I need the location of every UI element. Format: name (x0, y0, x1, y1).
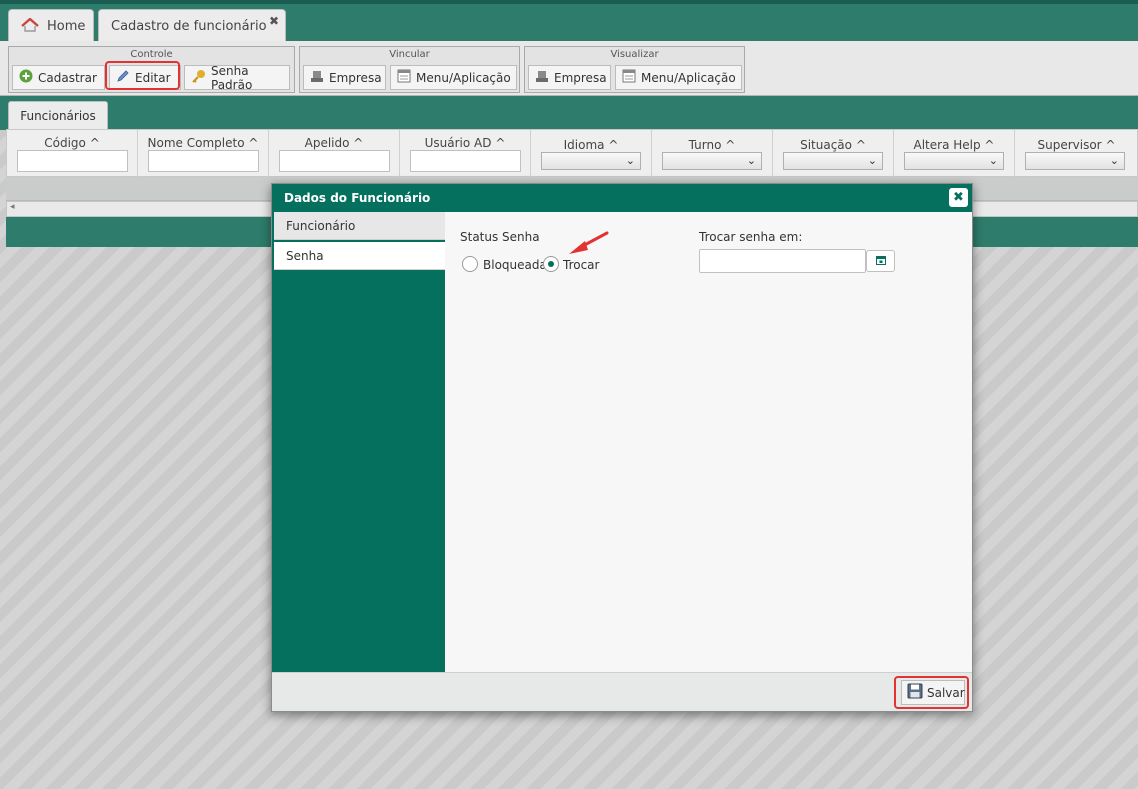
salvar-highlight (894, 676, 969, 709)
close-icon[interactable]: ✖ (269, 14, 279, 28)
group-title-vincular: Vincular (389, 49, 430, 60)
side-tab-funcionario-label: Funcionário (286, 218, 356, 233)
grid-tab-bar (0, 96, 1138, 130)
col-turno[interactable]: Turno ^ ⌄ (652, 130, 773, 178)
radio-bloqueada[interactable] (462, 256, 478, 272)
sort-icon: ^ (855, 138, 866, 152)
sort-icon: ^ (353, 136, 364, 150)
col-apelido-label: Apelido (304, 136, 350, 150)
tab-home-label: Home (47, 19, 86, 34)
col-codigo[interactable]: Código ^ (7, 130, 138, 178)
window-icon (622, 69, 636, 86)
dialog-content: Status Senha Bloqueada Trocar Trocar sen… (445, 212, 972, 672)
vincular-menu-label: Menu/Aplicação (416, 70, 511, 85)
vincular-empresa-button[interactable]: Empresa (303, 65, 386, 90)
visualizar-empresa-button[interactable]: Empresa (528, 65, 611, 90)
group-title-controle: Controle (130, 49, 173, 60)
senha-padrao-label: Senha Padrão (211, 63, 253, 92)
sort-icon: ^ (495, 136, 506, 150)
col-apelido[interactable]: Apelido ^ (269, 130, 400, 178)
filter-turno-select[interactable]: ⌄ (662, 152, 762, 170)
dialog-sidebar: Funcionário Senha (272, 212, 445, 672)
grid-header: Código ^ Nome Completo ^ Apelido ^ Usuár… (6, 129, 1138, 178)
close-icon[interactable]: ✖ (949, 188, 968, 207)
window-icon (397, 69, 411, 86)
toolbar: Controle Cadastrar Editar Senha Padrão V… (0, 41, 1138, 96)
col-supervisor[interactable]: Supervisor ^ ⌄ (1015, 130, 1138, 178)
col-nome-completo[interactable]: Nome Completo ^ (138, 130, 269, 178)
chevron-down-icon: ⌄ (746, 154, 756, 167)
col-nome-label: Nome Completo (147, 136, 245, 150)
group-vincular: Vincular Empresa Menu/Aplicação (299, 46, 520, 93)
filter-altera-help-select[interactable]: ⌄ (904, 152, 1004, 170)
sort-icon: ^ (248, 136, 259, 150)
calendar-icon (875, 254, 886, 268)
visualizar-menu-label: Menu/Aplicação (641, 70, 736, 85)
visualizar-empresa-label: Empresa (554, 70, 607, 85)
senha-padrao-button[interactable]: Senha Padrão (184, 63, 290, 92)
tab-cadastro-funcionario[interactable]: Cadastro de funcionário ✖ (98, 9, 286, 43)
group-visualizar: Visualizar Empresa Menu/Aplicação (524, 46, 745, 93)
col-altera-help[interactable]: Altera Help ^ ⌄ (894, 130, 1015, 178)
col-turno-label: Turno (688, 138, 722, 152)
scroll-left-icon[interactable]: ◂ (10, 202, 15, 212)
filter-apelido-input[interactable] (279, 150, 390, 172)
home-icon (21, 17, 39, 36)
building-icon (310, 69, 324, 86)
trocar-senha-date-input[interactable] (699, 249, 866, 273)
col-idioma[interactable]: Idioma ^ ⌄ (531, 130, 652, 178)
sort-icon: ^ (725, 138, 736, 152)
building-icon (535, 69, 549, 86)
col-usuario-ad[interactable]: Usuário AD ^ (400, 130, 531, 178)
trocar-senha-em-label: Trocar senha em: (699, 230, 803, 244)
dados-funcionario-dialog: Dados do Funcionário ✖ Funcionário Senha… (271, 183, 973, 712)
sort-icon: ^ (1105, 138, 1116, 152)
filter-codigo-input[interactable] (17, 150, 128, 172)
calendar-button[interactable] (866, 250, 895, 272)
chevron-down-icon: ⌄ (625, 154, 635, 167)
vincular-menu-button[interactable]: Menu/Aplicação (390, 65, 517, 90)
key-icon (191, 69, 206, 86)
dialog-title-bar[interactable]: Dados do Funcionário ✖ (272, 184, 972, 212)
col-codigo-label: Código (44, 136, 86, 150)
filter-usuario-input[interactable] (410, 150, 521, 172)
radio-bloqueada-label[interactable]: Bloqueada (483, 258, 547, 272)
chevron-down-icon: ⌄ (867, 154, 877, 167)
radio-trocar-label[interactable]: Trocar (563, 258, 599, 272)
group-title-visualizar: Visualizar (610, 49, 659, 60)
editar-highlight (105, 61, 180, 90)
filter-idioma-select[interactable]: ⌄ (541, 152, 641, 170)
side-tab-funcionario[interactable]: Funcionário (274, 212, 445, 240)
dialog-footer: Salvar (272, 672, 972, 711)
col-usuario-label: Usuário AD (424, 136, 492, 150)
filter-supervisor-select[interactable]: ⌄ (1025, 152, 1125, 170)
visualizar-menu-button[interactable]: Menu/Aplicação (615, 65, 742, 90)
cadastrar-button[interactable]: Cadastrar (12, 65, 105, 90)
chevron-down-icon: ⌄ (988, 154, 998, 167)
sort-icon: ^ (984, 138, 995, 152)
filter-nome-input[interactable] (148, 150, 259, 172)
red-arrow-annotation (569, 231, 609, 254)
tab-cadastro-label: Cadastro de funcionário (111, 19, 267, 34)
side-tab-senha-label: Senha (286, 248, 324, 263)
radio-trocar[interactable] (543, 256, 559, 272)
col-idioma-label: Idioma (563, 138, 605, 152)
vincular-empresa-label: Empresa (329, 70, 382, 85)
add-icon (19, 69, 33, 86)
col-situacao[interactable]: Situação ^ ⌄ (773, 130, 894, 178)
cadastrar-label: Cadastrar (38, 70, 97, 85)
filter-situacao-select[interactable]: ⌄ (783, 152, 883, 170)
col-altera-help-label: Altera Help (913, 138, 981, 152)
top-tab-bar: Home Cadastro de funcionário ✖ (0, 0, 1138, 43)
dialog-title: Dados do Funcionário (284, 191, 431, 205)
chevron-down-icon: ⌄ (1109, 154, 1119, 167)
tab-funcionarios[interactable]: Funcionários (8, 101, 108, 130)
side-tab-senha[interactable]: Senha (274, 242, 445, 270)
sort-icon: ^ (608, 138, 619, 152)
col-supervisor-label: Supervisor (1037, 138, 1102, 152)
col-situacao-label: Situação (800, 138, 853, 152)
status-senha-label: Status Senha (460, 230, 540, 244)
sort-icon: ^ (89, 136, 100, 150)
tab-home[interactable]: Home (8, 9, 94, 43)
